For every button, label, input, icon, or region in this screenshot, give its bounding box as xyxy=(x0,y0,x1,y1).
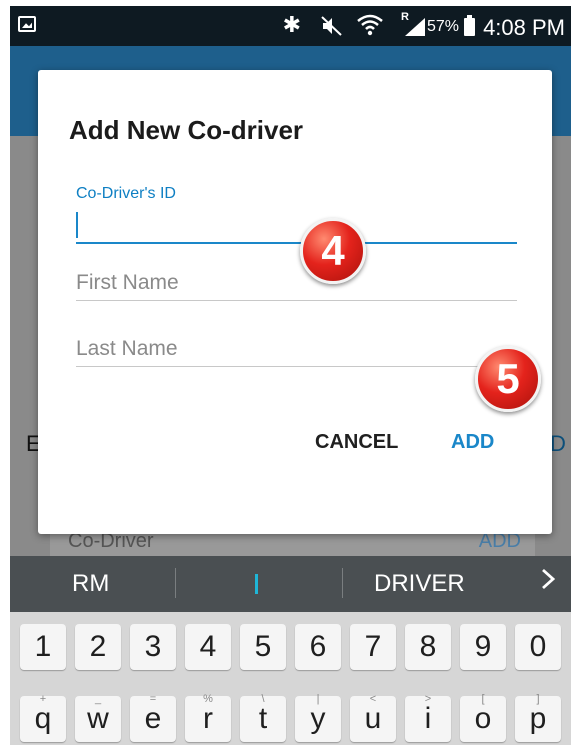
key-hint: ] xyxy=(536,693,540,705)
roaming-indicator: R xyxy=(401,11,409,23)
key-hint: _ xyxy=(94,693,102,705)
battery-icon xyxy=(464,15,475,36)
key-t[interactable]: \ t xyxy=(240,693,286,742)
wifi-icon xyxy=(357,14,383,36)
suggestion-item[interactable]: RM xyxy=(72,570,109,598)
cancel-button[interactable]: CANCEL xyxy=(305,422,408,462)
first-name-field[interactable] xyxy=(76,266,517,301)
key-label: q xyxy=(34,702,52,735)
keyboard-suggestion-bar: RM DRIVER xyxy=(10,556,571,612)
keyboard: 1 2 3 4 5 6 7 8 9 0 + q _ w = e % r \ t | y < u… xyxy=(10,612,571,745)
key-hint: | xyxy=(316,693,320,705)
bluetooth-icon: ✱ xyxy=(282,12,301,37)
co-driver-id-field[interactable] xyxy=(76,208,517,244)
add-co-driver-dialog: Add New Co-driver Co-Driver's ID CANCEL … xyxy=(38,70,552,534)
key-p[interactable]: ] p xyxy=(515,693,561,742)
key-o[interactable]: [o xyxy=(460,693,506,742)
key-2[interactable]: 2 xyxy=(75,624,121,670)
dialog-title: Add New Co-driver xyxy=(69,115,304,145)
key-label: p xyxy=(529,702,547,735)
key-label: u xyxy=(364,702,382,735)
last-name-field[interactable] xyxy=(76,332,517,367)
key-8[interactable]: 8 xyxy=(405,624,451,670)
key-hint: % xyxy=(203,693,213,705)
key-q[interactable]: + q xyxy=(20,693,66,742)
key-label: e xyxy=(144,702,162,735)
key-label: r xyxy=(203,702,213,735)
key-e[interactable]: = e xyxy=(130,693,176,742)
key-label: y xyxy=(310,702,326,735)
gallery-icon xyxy=(18,16,36,32)
suggestion-item[interactable]: DRIVER xyxy=(374,570,465,598)
first-name-input[interactable] xyxy=(76,266,517,300)
phone-screen: ✱ R 57% 4:08 PM E D Co-Driver ADD Add Ne… xyxy=(10,6,571,745)
clock: 4:08 PM xyxy=(483,15,565,40)
key-7[interactable]: 7 xyxy=(350,624,396,670)
key-6[interactable]: 6 xyxy=(295,624,341,670)
text-cursor xyxy=(76,212,78,238)
co-driver-id-label: Co-Driver's ID xyxy=(76,185,176,202)
key-u[interactable]: < u xyxy=(350,693,396,742)
key-y[interactable]: | y xyxy=(295,693,341,742)
key-hint: \ xyxy=(261,693,265,705)
key-3[interactable]: 3 xyxy=(130,624,176,670)
key-0[interactable]: 0 xyxy=(515,624,561,670)
suggestion-divider xyxy=(342,568,343,598)
suggestion-cursor[interactable] xyxy=(255,574,258,594)
key-4[interactable]: 4 xyxy=(185,624,231,670)
step-5-badge: 5 xyxy=(475,346,541,412)
co-driver-id-input[interactable] xyxy=(76,208,517,242)
key-hint: > xyxy=(424,693,432,705)
key-label: i xyxy=(424,702,432,735)
key-w[interactable]: _ w xyxy=(75,693,121,742)
last-name-input[interactable] xyxy=(76,332,517,366)
add-button[interactable]: ADD xyxy=(441,422,504,462)
key-hint: < xyxy=(369,693,377,705)
key-label: t xyxy=(258,702,268,735)
key-5[interactable]: 5 xyxy=(240,624,286,670)
step-4-badge: 4 xyxy=(300,218,366,284)
suggestion-divider xyxy=(175,568,176,598)
status-bar: ✱ R 57% 4:08 PM xyxy=(10,6,571,46)
key-i[interactable]: > i xyxy=(405,693,451,742)
mute-icon xyxy=(321,16,342,36)
key-label: w xyxy=(87,702,109,735)
background-text: D xyxy=(550,431,566,456)
key-label: o xyxy=(474,702,492,735)
chevron-right-icon[interactable] xyxy=(541,568,555,590)
key-hint: = xyxy=(149,693,157,705)
key-hint: [ xyxy=(481,693,485,705)
key-9[interactable]: 9 xyxy=(460,624,506,670)
battery-percent: 57% xyxy=(426,18,459,35)
key-r[interactable]: % r xyxy=(185,693,231,742)
key-1[interactable]: 1 xyxy=(20,624,66,670)
key-hint: + xyxy=(39,693,47,705)
